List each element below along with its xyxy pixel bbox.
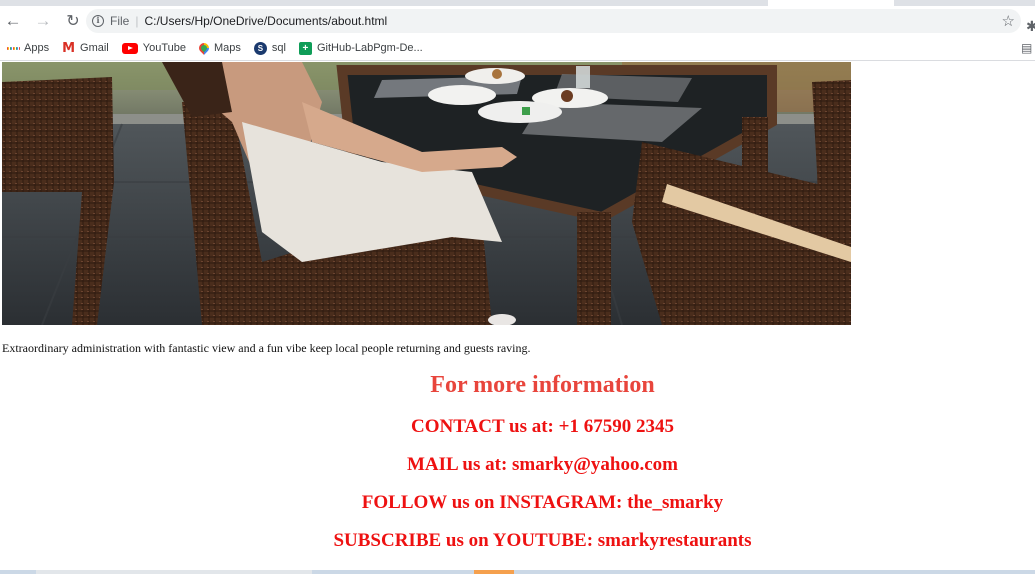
url-path: C:/Users/Hp/OneDrive/Documents/about.htm… xyxy=(144,14,388,28)
info-icon[interactable]: i xyxy=(92,15,104,27)
bookmark-sql[interactable]: S sql xyxy=(253,41,286,55)
browser-toolbar: ← → ↻ i File | C:/Users/Hp/OneDrive/Docu… xyxy=(0,6,1035,36)
info-heading: For more information xyxy=(430,372,655,398)
page-content: Extraordinary administration with fantas… xyxy=(0,62,1035,574)
url-scheme: File xyxy=(110,14,130,28)
reload-icon[interactable]: ↻ xyxy=(62,9,84,33)
taskbar-edge xyxy=(0,570,1035,574)
address-bar[interactable]: i File | C:/Users/Hp/OneDrive/Documents/… xyxy=(86,9,1021,33)
extension-icon[interactable]: ✱ xyxy=(1026,18,1035,35)
star-icon[interactable]: ☆ xyxy=(1002,12,1015,30)
bookmark-gmail[interactable]: M Gmail xyxy=(62,41,109,56)
taskbar-segment xyxy=(36,570,312,574)
gmail-icon: M xyxy=(62,40,76,56)
sql-icon: S xyxy=(253,41,267,55)
bookmark-maps[interactable]: Maps xyxy=(196,40,241,56)
contact-phone: CONTACT us at: +1 67590 2345 xyxy=(411,416,674,437)
apps-grid-icon xyxy=(7,42,19,54)
restaurant-photo xyxy=(2,62,851,325)
back-arrow-icon[interactable]: ← xyxy=(2,9,24,33)
contact-youtube: SUBSCRIBE us on YOUTUBE: smarkyrestauran… xyxy=(333,530,752,551)
bookmark-youtube[interactable]: YouTube xyxy=(121,42,186,54)
reading-list-icon[interactable]: ▤ xyxy=(1016,41,1032,55)
bookmark-label: sql xyxy=(271,42,286,54)
contact-mail: MAIL us at: smarky@yahoo.com xyxy=(406,454,678,475)
sheets-plus-icon: + xyxy=(298,41,312,55)
list-icon: ▤ xyxy=(1021,41,1033,55)
bookmark-label: Maps xyxy=(213,42,241,54)
bookmark-label: GitHub-LabPgm-De... xyxy=(316,42,423,54)
url-separator: | xyxy=(135,14,139,28)
bookmark-label: Gmail xyxy=(80,42,109,54)
forward-arrow-icon[interactable]: → xyxy=(32,9,54,33)
contact-instagram: FOLLOW us on INSTAGRAM: the_smarky xyxy=(361,492,724,513)
bookmark-apps[interactable]: Apps xyxy=(7,42,49,54)
restaurant-photo-drawing xyxy=(2,62,851,325)
contact-info-section: For more information CONTACT us at: +1 6… xyxy=(0,370,1035,553)
bookmarks-bar: Apps M Gmail YouTube Maps S sql + GitHub… xyxy=(0,36,1035,61)
bookmark-github-labpgm[interactable]: + GitHub-LabPgm-De... xyxy=(298,41,423,55)
bookmark-label: Apps xyxy=(24,42,50,54)
taskbar-highlight xyxy=(474,570,514,574)
maps-pin-icon xyxy=(196,40,212,56)
youtube-icon xyxy=(121,42,138,54)
photo-caption: Extraordinary administration with fantas… xyxy=(2,341,531,355)
bookmark-label: YouTube xyxy=(142,42,186,54)
